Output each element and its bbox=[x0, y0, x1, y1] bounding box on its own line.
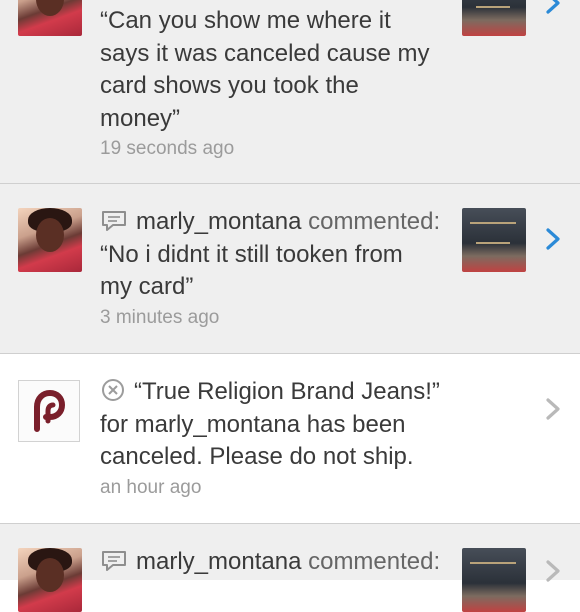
comment-text-line: says it was canceled cause my bbox=[100, 39, 430, 67]
avatar-face bbox=[36, 0, 64, 16]
chevron-right-icon[interactable] bbox=[540, 556, 566, 586]
user-avatar[interactable] bbox=[18, 548, 82, 612]
notification-content: “True Religion Brand Jeans!” for marly_m… bbox=[100, 376, 460, 501]
comment-bubble-icon bbox=[102, 211, 126, 231]
avatar-face bbox=[36, 558, 64, 592]
timestamp: an hour ago bbox=[100, 476, 202, 498]
comment-header: marly_montana commented: bbox=[100, 206, 460, 239]
order-item-title: “True Religion Brand Jeans!” bbox=[134, 378, 440, 405]
comment-text-line: card shows you took the bbox=[100, 72, 359, 99]
notification-content: marly_montana commented: bbox=[100, 546, 460, 579]
username[interactable]: marly_montana bbox=[136, 548, 301, 575]
notification-content: “Can you show me where it says it was ca… bbox=[100, 5, 460, 162]
listing-thumbnail[interactable] bbox=[462, 208, 526, 272]
action-verb: commented: bbox=[308, 548, 441, 575]
comment-text-line: “Can you show me where it bbox=[100, 7, 391, 34]
thumbnail-detail bbox=[476, 242, 510, 244]
comment-header: marly_montana commented: bbox=[100, 546, 460, 579]
chevron-right-icon[interactable] bbox=[540, 224, 566, 254]
thumbnail-detail bbox=[470, 222, 516, 224]
thumbnail-detail bbox=[470, 562, 516, 564]
chevron-right-icon[interactable] bbox=[540, 0, 566, 18]
cancel-circle-icon bbox=[102, 379, 124, 401]
listing-thumbnail[interactable] bbox=[462, 548, 526, 612]
user-avatar[interactable] bbox=[18, 208, 82, 272]
comment-text-line: my card” bbox=[100, 273, 194, 300]
notification-row[interactable]: “Can you show me where it says it was ca… bbox=[0, 0, 580, 183]
comment-text-line: “No i didnt it still tooken from bbox=[100, 240, 403, 268]
action-verb: commented: bbox=[308, 208, 441, 235]
username[interactable]: marly_montana bbox=[136, 208, 301, 235]
comment-text-line: money” bbox=[100, 104, 181, 132]
thumbnail-detail bbox=[476, 6, 510, 8]
timestamp: 19 seconds ago bbox=[100, 138, 235, 159]
order-status-line: for marly_montana has been bbox=[100, 410, 406, 438]
order-status-line: canceled. Please do not ship. bbox=[100, 443, 414, 470]
order-title-line: “True Religion Brand Jeans!” bbox=[100, 376, 460, 409]
avatar-face bbox=[36, 218, 64, 252]
logo-mark-icon bbox=[34, 389, 66, 432]
notification-content: marly_montana commented: “No i didnt it … bbox=[100, 206, 460, 331]
chevron-right-icon[interactable] bbox=[540, 394, 566, 424]
user-avatar[interactable] bbox=[18, 0, 82, 36]
comment-bubble-icon bbox=[102, 551, 126, 571]
notification-row[interactable]: “True Religion Brand Jeans!” for marly_m… bbox=[0, 354, 580, 523]
timestamp: 3 minutes ago bbox=[100, 306, 220, 328]
notification-row[interactable]: marly_montana commented: bbox=[0, 524, 580, 612]
poshmark-logo bbox=[18, 380, 80, 442]
listing-thumbnail[interactable] bbox=[462, 0, 526, 36]
notification-row[interactable]: marly_montana commented: “No i didnt it … bbox=[0, 184, 580, 353]
